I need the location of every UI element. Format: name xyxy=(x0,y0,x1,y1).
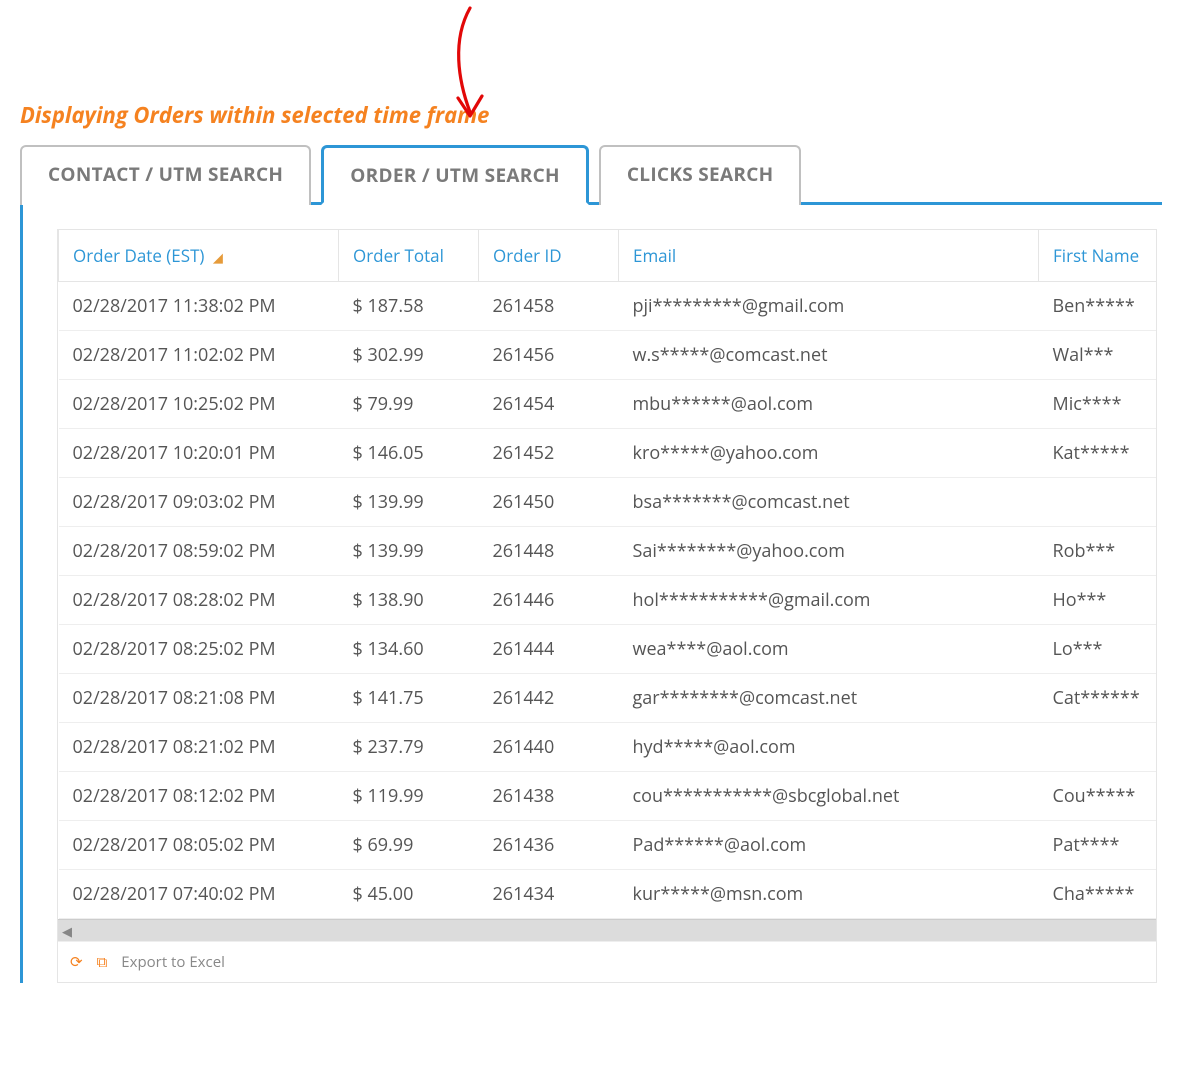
cell-first-name: Lo*** xyxy=(1039,625,1158,674)
cell-order-id: 261446 xyxy=(479,576,619,625)
col-header-order-total[interactable]: Order Total xyxy=(339,230,479,282)
cell-email: cou***********@sbcglobal.net xyxy=(619,772,1039,821)
cell-first-name: Ho*** xyxy=(1039,576,1158,625)
cell-order-date: 02/28/2017 08:05:02 PM xyxy=(59,821,339,870)
cell-order-total: $ 302.99 xyxy=(339,331,479,380)
table-row[interactable]: 02/28/2017 08:21:08 PM$ 141.75261442gar*… xyxy=(59,674,1158,723)
grid-footer: ⟳ ⧉ Export to Excel xyxy=(58,941,1156,982)
col-header-order-id[interactable]: Order ID xyxy=(479,230,619,282)
table-row[interactable]: 02/28/2017 07:40:02 PM$ 45.00261434kur**… xyxy=(59,870,1158,919)
cell-order-id: 261438 xyxy=(479,772,619,821)
table-row[interactable]: 02/28/2017 08:59:02 PM$ 139.99261448Sai*… xyxy=(59,527,1158,576)
col-header-first-name[interactable]: First Name xyxy=(1039,230,1158,282)
cell-email: kur*****@msn.com xyxy=(619,870,1039,919)
cell-order-total: $ 141.75 xyxy=(339,674,479,723)
tab-order-utm-search[interactable]: ORDER / UTM SEARCH xyxy=(321,145,589,205)
tab-clicks-search[interactable]: CLICKS SEARCH xyxy=(599,145,802,205)
cell-order-total: $ 119.99 xyxy=(339,772,479,821)
cell-email: hol***********@gmail.com xyxy=(619,576,1039,625)
col-header-email[interactable]: Email xyxy=(619,230,1039,282)
cell-order-date: 02/28/2017 11:02:02 PM xyxy=(59,331,339,380)
export-icon[interactable]: ⧉ xyxy=(97,952,108,972)
cell-first-name: Mic**** xyxy=(1039,380,1158,429)
refresh-icon[interactable]: ⟳ xyxy=(70,952,83,972)
cell-first-name: Cat****** xyxy=(1039,674,1158,723)
cell-order-date: 02/28/2017 07:40:02 PM xyxy=(59,870,339,919)
cell-email: wea****@aol.com xyxy=(619,625,1039,674)
tabs: CONTACT / UTM SEARCH ORDER / UTM SEARCH … xyxy=(20,142,1162,205)
cell-order-date: 02/28/2017 08:21:02 PM xyxy=(59,723,339,772)
cell-order-date: 02/28/2017 08:21:08 PM xyxy=(59,674,339,723)
table-row[interactable]: 02/28/2017 08:28:02 PM$ 138.90261446hol*… xyxy=(59,576,1158,625)
col-header-order-date[interactable]: Order Date (EST) ◢ xyxy=(59,230,339,282)
cell-first-name xyxy=(1039,478,1158,527)
export-to-excel-link[interactable]: Export to Excel xyxy=(121,952,225,972)
cell-order-id: 261436 xyxy=(479,821,619,870)
table-row[interactable]: 02/28/2017 10:20:01 PM$ 146.05261452kro*… xyxy=(59,429,1158,478)
cell-order-total: $ 134.60 xyxy=(339,625,479,674)
cell-order-total: $ 146.05 xyxy=(339,429,479,478)
cell-order-id: 261442 xyxy=(479,674,619,723)
cell-order-total: $ 69.99 xyxy=(339,821,479,870)
cell-first-name: Kat***** xyxy=(1039,429,1158,478)
cell-order-total: $ 79.99 xyxy=(339,380,479,429)
cell-first-name: Ben***** xyxy=(1039,282,1158,331)
table-row[interactable]: 02/28/2017 10:25:02 PM$ 79.99261454mbu**… xyxy=(59,380,1158,429)
cell-order-id: 261458 xyxy=(479,282,619,331)
cell-order-date: 02/28/2017 11:38:02 PM xyxy=(59,282,339,331)
cell-order-date: 02/28/2017 09:03:02 PM xyxy=(59,478,339,527)
horizontal-scrollbar[interactable]: ◀ xyxy=(58,919,1156,941)
cell-email: Sai********@yahoo.com xyxy=(619,527,1039,576)
cell-first-name: Pat**** xyxy=(1039,821,1158,870)
cell-order-total: $ 139.99 xyxy=(339,478,479,527)
table-row[interactable]: 02/28/2017 11:02:02 PM$ 302.99261456w.s*… xyxy=(59,331,1158,380)
sort-desc-icon: ◢ xyxy=(213,248,223,266)
cell-order-id: 261448 xyxy=(479,527,619,576)
cell-email: bsa*******@comcast.net xyxy=(619,478,1039,527)
cell-email: mbu******@aol.com xyxy=(619,380,1039,429)
cell-order-date: 02/28/2017 08:25:02 PM xyxy=(59,625,339,674)
cell-order-date: 02/28/2017 10:20:01 PM xyxy=(59,429,339,478)
cell-order-id: 261452 xyxy=(479,429,619,478)
cell-email: hyd*****@aol.com xyxy=(619,723,1039,772)
cell-order-total: $ 138.90 xyxy=(339,576,479,625)
tab-panel: Order Date (EST) ◢ Order Total Order ID … xyxy=(20,205,1162,983)
cell-first-name xyxy=(1039,723,1158,772)
cell-order-id: 261440 xyxy=(479,723,619,772)
cell-order-total: $ 187.58 xyxy=(339,282,479,331)
cell-order-id: 261450 xyxy=(479,478,619,527)
scroll-left-arrow-icon[interactable]: ◀ xyxy=(62,922,72,940)
cell-order-id: 261434 xyxy=(479,870,619,919)
cell-order-date: 02/28/2017 08:59:02 PM xyxy=(59,527,339,576)
tab-contact-utm-search[interactable]: CONTACT / UTM SEARCH xyxy=(20,145,311,205)
orders-grid: Order Date (EST) ◢ Order Total Order ID … xyxy=(57,229,1157,983)
cell-first-name: Cou***** xyxy=(1039,772,1158,821)
cell-email: pji*********@gmail.com xyxy=(619,282,1039,331)
cell-order-date: 02/28/2017 08:12:02 PM xyxy=(59,772,339,821)
cell-email: Pad******@aol.com xyxy=(619,821,1039,870)
cell-email: kro*****@yahoo.com xyxy=(619,429,1039,478)
col-header-label: Order Date (EST) xyxy=(73,244,204,267)
table-row[interactable]: 02/28/2017 08:12:02 PM$ 119.99261438cou*… xyxy=(59,772,1158,821)
cell-order-total: $ 139.99 xyxy=(339,527,479,576)
table-row[interactable]: 02/28/2017 09:03:02 PM$ 139.99261450bsa*… xyxy=(59,478,1158,527)
cell-order-id: 261444 xyxy=(479,625,619,674)
cell-first-name: Wal*** xyxy=(1039,331,1158,380)
cell-order-id: 261456 xyxy=(479,331,619,380)
cell-first-name: Cha***** xyxy=(1039,870,1158,919)
cell-order-id: 261454 xyxy=(479,380,619,429)
cell-order-total: $ 45.00 xyxy=(339,870,479,919)
table-row[interactable]: 02/28/2017 08:21:02 PM$ 237.79261440hyd*… xyxy=(59,723,1158,772)
cell-order-date: 02/28/2017 08:28:02 PM xyxy=(59,576,339,625)
page-title: Displaying Orders within selected time f… xyxy=(20,100,1162,130)
cell-email: gar********@comcast.net xyxy=(619,674,1039,723)
table-row[interactable]: 02/28/2017 11:38:02 PM$ 187.58261458pji*… xyxy=(59,282,1158,331)
table-row[interactable]: 02/28/2017 08:05:02 PM$ 69.99261436Pad**… xyxy=(59,821,1158,870)
cell-order-date: 02/28/2017 10:25:02 PM xyxy=(59,380,339,429)
table-row[interactable]: 02/28/2017 08:25:02 PM$ 134.60261444wea*… xyxy=(59,625,1158,674)
cell-first-name: Rob*** xyxy=(1039,527,1158,576)
cell-order-total: $ 237.79 xyxy=(339,723,479,772)
cell-email: w.s*****@comcast.net xyxy=(619,331,1039,380)
